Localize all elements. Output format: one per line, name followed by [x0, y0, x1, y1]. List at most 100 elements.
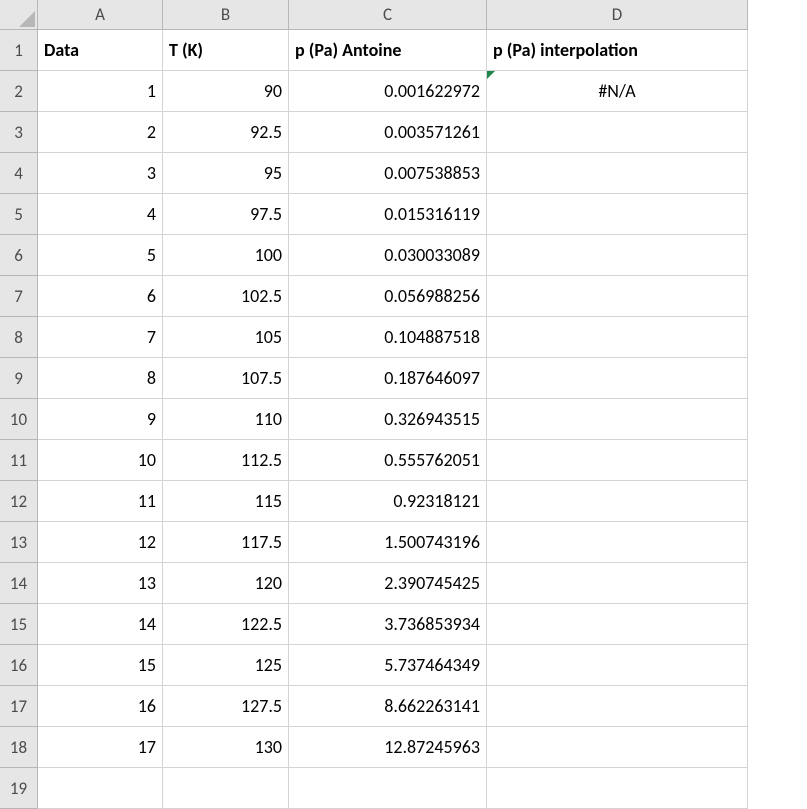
cell-D4[interactable] [487, 153, 748, 194]
cell-B14[interactable]: 120 [163, 563, 289, 604]
cell-B9[interactable]: 107.5 [163, 358, 289, 399]
cell-C3[interactable]: 0.003571261 [289, 112, 487, 153]
cell-B15[interactable]: 122.5 [163, 604, 289, 645]
cell-C10[interactable]: 0.326943515 [289, 399, 487, 440]
cell-D1[interactable]: p (Pa) interpolation [487, 30, 748, 71]
cell-A18[interactable]: 17 [38, 727, 163, 768]
row-header-9[interactable]: 9 [0, 358, 38, 399]
cell-A17[interactable]: 16 [38, 686, 163, 727]
cell-D11[interactable] [487, 440, 748, 481]
cell-D2[interactable]: #N/A [487, 71, 748, 112]
cell-B17[interactable]: 127.5 [163, 686, 289, 727]
row-header-13[interactable]: 13 [0, 522, 38, 563]
cell-A4[interactable]: 3 [38, 153, 163, 194]
cell-A19[interactable] [38, 768, 163, 809]
row-header-17[interactable]: 17 [0, 686, 38, 727]
cell-B13[interactable]: 117.5 [163, 522, 289, 563]
cell-B11[interactable]: 112.5 [163, 440, 289, 481]
cell-C7[interactable]: 0.056988256 [289, 276, 487, 317]
row-header-19[interactable]: 19 [0, 768, 38, 809]
cell-D18[interactable] [487, 727, 748, 768]
cell-B6[interactable]: 100 [163, 235, 289, 276]
cell-A3[interactable]: 2 [38, 112, 163, 153]
cell-B10[interactable]: 110 [163, 399, 289, 440]
cell-B8[interactable]: 105 [163, 317, 289, 358]
cell-C11[interactable]: 0.555762051 [289, 440, 487, 481]
cell-A16[interactable]: 15 [38, 645, 163, 686]
cell-A13[interactable]: 12 [38, 522, 163, 563]
cell-B4[interactable]: 95 [163, 153, 289, 194]
row-header-11[interactable]: 11 [0, 440, 38, 481]
row-header-10[interactable]: 10 [0, 399, 38, 440]
row-header-8[interactable]: 8 [0, 317, 38, 358]
cell-C19[interactable] [289, 768, 487, 809]
cell-B16[interactable]: 125 [163, 645, 289, 686]
cell-D10[interactable] [487, 399, 748, 440]
cell-C4[interactable]: 0.007538853 [289, 153, 487, 194]
row-header-16[interactable]: 16 [0, 645, 38, 686]
cell-C18[interactable]: 12.87245963 [289, 727, 487, 768]
cell-A2[interactable]: 1 [38, 71, 163, 112]
cell-A12[interactable]: 11 [38, 481, 163, 522]
select-all-corner[interactable] [0, 0, 38, 30]
cell-B3[interactable]: 92.5 [163, 112, 289, 153]
cell-D5[interactable] [487, 194, 748, 235]
row-header-7[interactable]: 7 [0, 276, 38, 317]
cell-A11[interactable]: 10 [38, 440, 163, 481]
cell-D19[interactable] [487, 768, 748, 809]
cell-D14[interactable] [487, 563, 748, 604]
row-header-4[interactable]: 4 [0, 153, 38, 194]
cell-D12[interactable] [487, 481, 748, 522]
cell-D8[interactable] [487, 317, 748, 358]
cell-B1[interactable]: T (K) [163, 30, 289, 71]
row-header-12[interactable]: 12 [0, 481, 38, 522]
cell-C9[interactable]: 0.187646097 [289, 358, 487, 399]
cell-C5[interactable]: 0.015316119 [289, 194, 487, 235]
cell-D6[interactable] [487, 235, 748, 276]
cell-B5[interactable]: 97.5 [163, 194, 289, 235]
cell-A14[interactable]: 13 [38, 563, 163, 604]
row-header-14[interactable]: 14 [0, 563, 38, 604]
row-header-6[interactable]: 6 [0, 235, 38, 276]
cell-B12[interactable]: 115 [163, 481, 289, 522]
col-header-D[interactable]: D [487, 0, 748, 30]
cell-D16[interactable] [487, 645, 748, 686]
cell-A1[interactable]: Data [38, 30, 163, 71]
cell-A6[interactable]: 5 [38, 235, 163, 276]
cell-D15[interactable] [487, 604, 748, 645]
cell-C15[interactable]: 3.736853934 [289, 604, 487, 645]
cell-A9[interactable]: 8 [38, 358, 163, 399]
row-header-15[interactable]: 15 [0, 604, 38, 645]
row-header-2[interactable]: 2 [0, 71, 38, 112]
cell-C14[interactable]: 2.390745425 [289, 563, 487, 604]
row-header-1[interactable]: 1 [0, 30, 38, 71]
row-header-5[interactable]: 5 [0, 194, 38, 235]
cell-D13[interactable] [487, 522, 748, 563]
cell-A15[interactable]: 14 [38, 604, 163, 645]
col-header-B[interactable]: B [163, 0, 289, 30]
row-header-18[interactable]: 18 [0, 727, 38, 768]
cell-C13[interactable]: 1.500743196 [289, 522, 487, 563]
cell-C2[interactable]: 0.001622972 [289, 71, 487, 112]
row-header-3[interactable]: 3 [0, 112, 38, 153]
cell-C6[interactable]: 0.030033089 [289, 235, 487, 276]
cell-C12[interactable]: 0.92318121 [289, 481, 487, 522]
cell-B19[interactable] [163, 768, 289, 809]
cell-C1[interactable]: p (Pa) Antoine [289, 30, 487, 71]
cell-B2[interactable]: 90 [163, 71, 289, 112]
cell-A5[interactable]: 4 [38, 194, 163, 235]
cell-D3[interactable] [487, 112, 748, 153]
cell-A10[interactable]: 9 [38, 399, 163, 440]
col-header-A[interactable]: A [38, 0, 163, 30]
col-header-C[interactable]: C [289, 0, 487, 30]
cell-D9[interactable] [487, 358, 748, 399]
cell-B7[interactable]: 102.5 [163, 276, 289, 317]
cell-D7[interactable] [487, 276, 748, 317]
cell-A8[interactable]: 7 [38, 317, 163, 358]
cell-C8[interactable]: 0.104887518 [289, 317, 487, 358]
cell-B18[interactable]: 130 [163, 727, 289, 768]
cell-C17[interactable]: 8.662263141 [289, 686, 487, 727]
cell-A7[interactable]: 6 [38, 276, 163, 317]
cell-C16[interactable]: 5.737464349 [289, 645, 487, 686]
cell-D17[interactable] [487, 686, 748, 727]
